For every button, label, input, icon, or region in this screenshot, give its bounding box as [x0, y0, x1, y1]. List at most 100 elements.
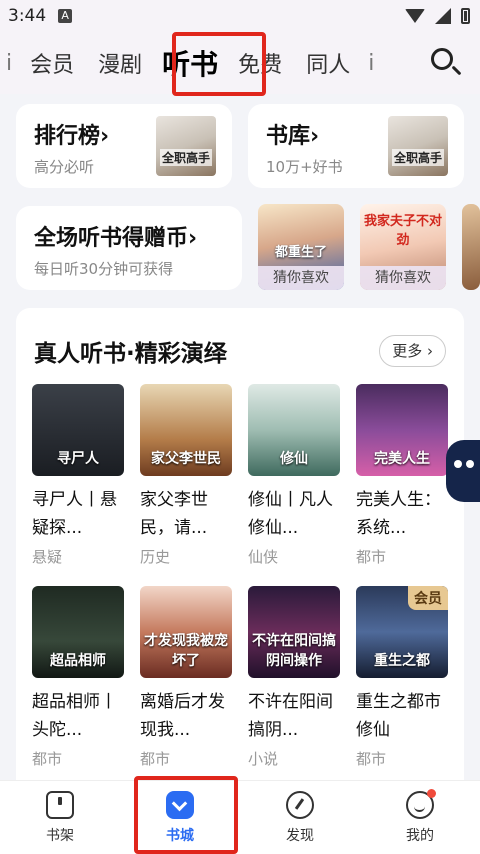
- tab-short-drama[interactable]: 漫剧: [86, 47, 154, 79]
- book-item[interactable]: 家父李世民 家父李世民，请... 历史: [140, 384, 232, 567]
- library-subtitle: 10万+好书: [266, 158, 343, 176]
- book-category: 都市: [140, 750, 171, 768]
- book-cover: 家父李世民: [140, 384, 232, 476]
- nav-profile[interactable]: 我的: [360, 781, 480, 854]
- book-item[interactable]: 才发现我被宠坏了 离婚后才发现我... 都市: [140, 586, 232, 769]
- library-book-cover: 全职高手: [388, 116, 448, 176]
- book-cover-text: 超品相师: [50, 653, 106, 669]
- promo-card[interactable]: 全场听书得赠币› 每日听30分钟可获得: [16, 206, 242, 290]
- more-button[interactable]: 更多 ›: [379, 335, 446, 367]
- wifi-icon: [405, 9, 425, 23]
- nav-bookshelf-label: 书架: [46, 827, 74, 844]
- recommend-thumb-3-partial[interactable]: [462, 204, 480, 290]
- battery-icon: [461, 8, 470, 24]
- recommend-thumb-2-label: 猜你喜欢: [360, 266, 446, 290]
- section-title: 真人听书·精彩演绎: [34, 341, 227, 367]
- nav-bookstore[interactable]: 书城: [120, 781, 240, 854]
- book-cover: 不许在阳间搞阴间操作: [248, 586, 340, 678]
- ranking-title: 排行榜›: [34, 118, 109, 150]
- live-narration-section: 真人听书·精彩演绎 更多 › 寻尸人 寻尸人丨悬疑探... 悬疑 家父李世民 家…: [16, 308, 464, 788]
- book-cover-text: 寻尸人: [57, 451, 99, 467]
- book-category: 都市: [32, 750, 63, 768]
- chevron-right-icon: ›: [188, 226, 198, 251]
- book-category: 都市: [356, 548, 387, 566]
- mascot-eye: [466, 460, 474, 468]
- bookstore-icon: [166, 790, 194, 819]
- recommend-thumb-2-cover-text: 我家夫子不对劲: [364, 214, 443, 248]
- nav-bookstore-label: 书城: [166, 827, 194, 844]
- library-cover-text: 全职高手: [392, 149, 444, 166]
- nav-discover-label: 发现: [286, 827, 314, 844]
- book-category: 悬疑: [32, 548, 63, 566]
- book-category: 都市: [356, 750, 387, 768]
- tab-partial-right[interactable]: i: [362, 51, 380, 76]
- ranking-card[interactable]: 排行榜› 高分必听 全职高手: [16, 104, 232, 188]
- promo-title: 全场听书得赠币›: [34, 220, 240, 252]
- status-icons: [405, 8, 470, 24]
- nav-discover[interactable]: 发现: [240, 781, 360, 854]
- bookshelf-icon: [46, 790, 74, 819]
- book-category: 仙侠: [248, 548, 279, 566]
- book-cover: 修仙: [248, 384, 340, 476]
- book-item[interactable]: 寻尸人 寻尸人丨悬疑探... 悬疑: [32, 384, 124, 567]
- tab-free[interactable]: 免费: [226, 47, 294, 79]
- library-card[interactable]: 书库› 10万+好书 全职高手: [248, 104, 464, 188]
- library-title: 书库›: [266, 118, 343, 150]
- vip-badge: 会员: [408, 586, 448, 610]
- library-title-text: 书库: [266, 124, 311, 149]
- book-cover: 才发现我被宠坏了: [140, 586, 232, 678]
- discover-icon: [286, 790, 314, 819]
- status-bar: 3:44 A: [0, 0, 480, 32]
- ranking-subtitle: 高分必听: [34, 158, 95, 176]
- recommend-thumb-1-cover-text: 都重生了: [274, 245, 327, 260]
- book-item[interactable]: 完美人生 完美人生：系统... 都市: [356, 384, 448, 567]
- search-button[interactable]: [428, 45, 464, 81]
- recommend-thumb-1-label: 猜你喜欢: [258, 266, 344, 290]
- ranking-title-text: 排行榜: [34, 124, 101, 149]
- ranking-cover-text: 全职高手: [160, 149, 212, 166]
- mascot-eye: [454, 460, 462, 468]
- notification-dot: [427, 788, 436, 798]
- book-cover-text: 才发现我被宠坏了: [144, 633, 228, 669]
- book-category: 历史: [140, 548, 171, 566]
- recommend-thumb-1[interactable]: 都重生了 猜你喜欢: [258, 204, 344, 290]
- book-item[interactable]: 超品相师 超品相师丨头陀... 都市: [32, 586, 124, 769]
- search-icon: [431, 48, 453, 70]
- book-cover: 重生之都 会员: [356, 586, 448, 678]
- promo-title-text: 全场听书得赠币: [34, 226, 189, 251]
- status-time: 3:44: [8, 6, 47, 26]
- floating-mascot-icon[interactable]: [446, 440, 480, 502]
- book-item[interactable]: 重生之都 会员 重生之都市修仙 都市: [356, 586, 448, 769]
- chevron-right-icon: ›: [310, 124, 320, 149]
- book-title: 完美人生：系统...: [356, 490, 441, 538]
- book-cover-text: 家父李世民: [151, 451, 221, 467]
- top-nav: i 会员 漫剧 听书 免费 同人 i: [0, 32, 480, 94]
- book-cover: 完美人生: [356, 384, 448, 476]
- book-title: 家父李世民，请...: [140, 490, 208, 538]
- book-title: 超品相师丨头陀...: [32, 692, 117, 740]
- tab-audiobook-label: 听书: [162, 48, 219, 81]
- category-tabs: i 会员 漫剧 听书 免费 同人 i: [0, 43, 420, 83]
- search-icon-handle: [451, 65, 462, 76]
- tab-fan-fiction[interactable]: 同人: [294, 47, 362, 79]
- book-item[interactable]: 修仙 修仙丨凡人修仙... 仙侠: [248, 384, 340, 567]
- tab-partial-left[interactable]: i: [0, 51, 18, 76]
- book-title: 修仙丨凡人修仙...: [248, 490, 333, 538]
- book-title: 寻尸人丨悬疑探...: [32, 490, 117, 538]
- tab-vip[interactable]: 会员: [18, 47, 86, 79]
- recommend-thumb-2[interactable]: 我家夫子不对劲 猜你喜欢: [360, 204, 446, 290]
- book-title: 离婚后才发现我...: [140, 692, 225, 740]
- book-cover-text: 修仙: [280, 451, 308, 467]
- tab-audiobook[interactable]: 听书: [154, 43, 226, 83]
- promo-subtitle: 每日听30分钟可获得: [34, 260, 174, 278]
- book-item[interactable]: 不许在阳间搞阴间操作 不许在阳间搞阴... 小说: [248, 586, 340, 769]
- nav-bookshelf[interactable]: 书架: [0, 781, 120, 854]
- bottom-nav: 书架 书城 发现 我的: [0, 780, 480, 854]
- book-category: 小说: [248, 750, 279, 768]
- book-cover: 超品相师: [32, 586, 124, 678]
- book-title: 重生之都市修仙: [356, 692, 441, 740]
- book-cover: 寻尸人: [32, 384, 124, 476]
- chevron-right-icon: ›: [100, 124, 110, 149]
- book-cover-text: 完美人生: [374, 451, 430, 467]
- notification-icon: A: [58, 9, 73, 23]
